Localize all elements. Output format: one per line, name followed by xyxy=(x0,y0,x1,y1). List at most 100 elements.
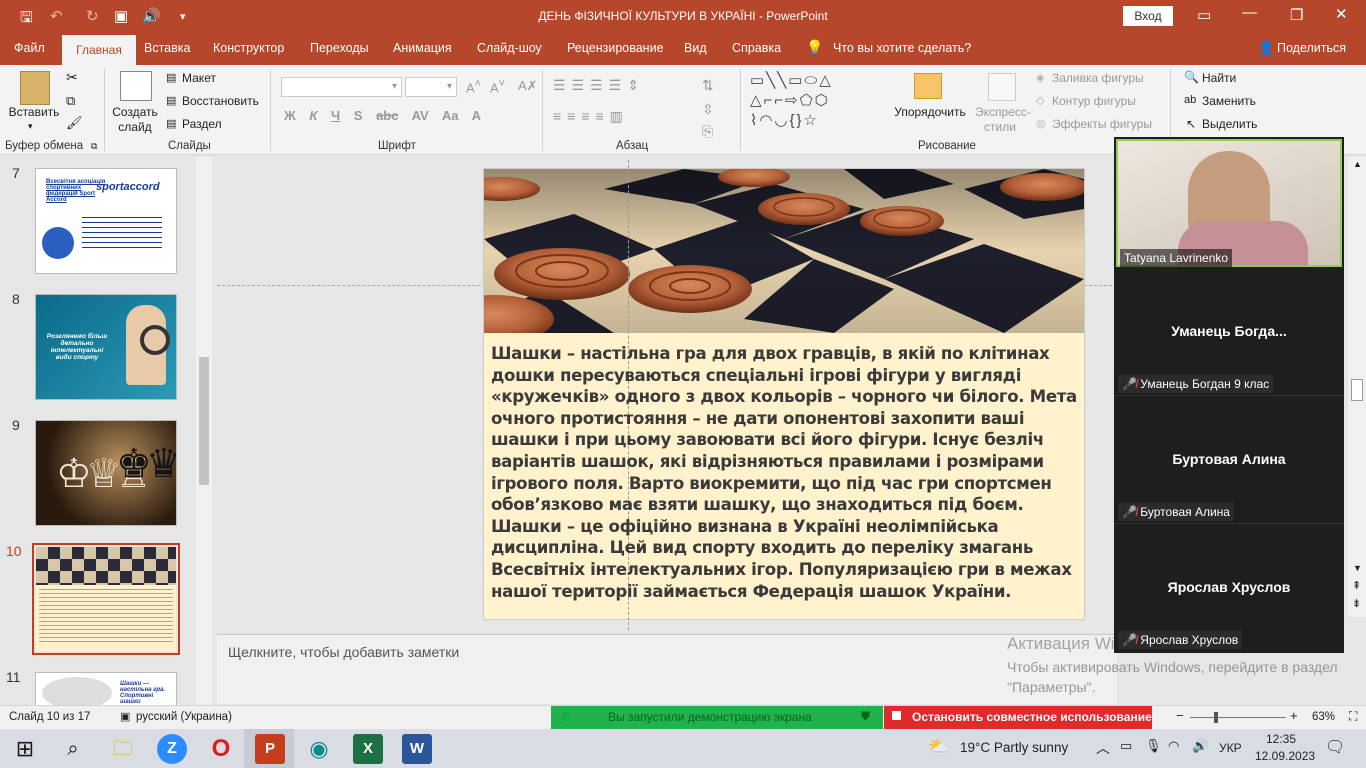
zoom-app-icon[interactable]: Z xyxy=(157,734,187,764)
powerpoint-icon[interactable]: P xyxy=(255,734,285,764)
clock-time[interactable]: 12:35 xyxy=(1266,732,1296,746)
spellcheck-icon[interactable]: ▣ xyxy=(120,710,130,723)
find-button[interactable]: Найти xyxy=(1202,71,1236,85)
keyboard-language[interactable]: УКР xyxy=(1219,741,1242,755)
shadow-button[interactable]: S xyxy=(354,108,363,123)
present-icon[interactable]: ▣ xyxy=(114,7,128,25)
redo-icon[interactable]: ↻ xyxy=(86,7,99,25)
align-buttons[interactable]: ≡≡≡≡▥ xyxy=(553,108,629,125)
quick-styles-icon[interactable] xyxy=(988,73,1016,101)
battery-icon[interactable]: ▭ xyxy=(1120,738,1132,754)
word-icon[interactable]: W xyxy=(402,734,432,764)
format-painter-icon[interactable]: 🖌 xyxy=(66,115,83,131)
thumbnails-scrollbar[interactable] xyxy=(196,157,212,705)
quick-styles-button[interactable]: Экспресс-стили xyxy=(975,105,1031,135)
layout-button[interactable]: Макет xyxy=(182,71,216,85)
tray-chevron-icon[interactable]: ︿ xyxy=(1096,738,1110,758)
font-style-buttons[interactable]: Ж К Ч S abc AV Aa A xyxy=(284,108,481,123)
arrange-icon[interactable] xyxy=(914,73,942,99)
slide-thumb-8[interactable]: Розглянемо більш детально інтелектуальні… xyxy=(35,294,177,400)
save-icon[interactable]: 🖫 xyxy=(20,7,33,32)
underline-button[interactable]: Ч xyxy=(331,108,340,123)
slide-body-text[interactable]: Шашки – настільна гра для двох гравців, … xyxy=(491,343,1083,602)
sharing-banner[interactable]: ✆ Вы запустили демонстрацию экрана ⛊ xyxy=(551,706,883,729)
shape-effects-button[interactable]: Эффекты фигуры xyxy=(1052,117,1152,131)
volume-icon[interactable]: 🔊 xyxy=(1192,738,1208,754)
bold-button[interactable]: Ж xyxy=(284,108,296,123)
case-button[interactable]: Aa xyxy=(442,108,459,123)
notes-placeholder[interactable]: Щелкните, чтобы добавить заметки xyxy=(228,644,459,660)
search-icon[interactable]: ⌕ xyxy=(58,734,88,764)
scroll-down-icon[interactable]: ▼ xyxy=(1353,563,1362,573)
clear-format-icon[interactable]: A✗ xyxy=(518,78,538,94)
font-color-button[interactable]: A xyxy=(472,108,481,123)
prev-slide-icon[interactable]: ⇞ xyxy=(1352,579,1361,592)
tab-slideshow[interactable]: Слайд-шоу xyxy=(477,41,542,55)
clipboard-launcher-icon[interactable]: ⧉ xyxy=(91,141,97,152)
paste-chevron-icon[interactable]: ▾ xyxy=(28,121,33,132)
zoom-level[interactable]: 63% xyxy=(1312,711,1335,723)
windows-start-icon[interactable]: ⊞ xyxy=(10,734,40,764)
speaker-icon[interactable]: 🔊 xyxy=(142,7,161,25)
zoom-slider-thumb[interactable] xyxy=(1214,712,1218,723)
notifications-icon[interactable]: 🗨 xyxy=(1325,737,1345,757)
font-size-select[interactable]: ▾ xyxy=(405,77,457,97)
scroll-up-icon[interactable]: ▲ xyxy=(1353,159,1362,169)
slide-scrollbar[interactable]: ▲ ▼ ⇞ ⇟ xyxy=(1348,157,1366,617)
ribbon-display-icon[interactable]: ▭ xyxy=(1197,6,1211,24)
tab-home[interactable]: Главная xyxy=(62,35,136,65)
strike-button[interactable]: abc xyxy=(376,108,398,123)
microphone-icon[interactable]: 🎙 xyxy=(1145,738,1162,754)
tab-review[interactable]: Рецензирование xyxy=(567,41,664,55)
paste-button[interactable]: Вставить xyxy=(6,105,62,119)
text-direction-icon[interactable]: ⇅ xyxy=(702,77,714,94)
slide-thumb-7[interactable]: Всесвітня асоціація спортивних федерацій… xyxy=(35,168,177,274)
tab-help[interactable]: Справка xyxy=(732,41,781,55)
share-button[interactable]: Поделиться xyxy=(1277,41,1346,55)
opera-icon[interactable]: O xyxy=(206,734,236,764)
zoom-slider[interactable] xyxy=(1190,712,1286,723)
new-slide-icon[interactable] xyxy=(120,71,152,101)
undo-icon[interactable]: ↶ xyxy=(50,7,63,25)
tab-transitions[interactable]: Переходы xyxy=(310,41,369,55)
italic-button[interactable]: К xyxy=(309,108,317,123)
tab-insert[interactable]: Вставка xyxy=(144,41,190,55)
stop-share-button[interactable]: Остановить совместное использование xyxy=(884,706,1152,729)
fit-slide-icon[interactable]: ⛶ xyxy=(1349,709,1357,724)
arrange-button[interactable]: Упорядочить xyxy=(892,105,968,119)
edge-icon[interactable]: ◉ xyxy=(304,734,334,764)
customize-qat-icon[interactable]: ▾ xyxy=(180,10,186,23)
restore-icon[interactable]: ❐ xyxy=(1290,6,1303,24)
slide-thumb-9[interactable]: ♔♕♖ ♚♛ xyxy=(35,420,177,526)
tab-view[interactable]: Вид xyxy=(684,41,707,55)
weather-text[interactable]: 19°C Partly sunny xyxy=(960,740,1068,755)
clock-date[interactable]: 12.09.2023 xyxy=(1255,749,1315,763)
align-text-icon[interactable]: ⇳ xyxy=(702,101,714,118)
grow-font-icon[interactable]: A˄ xyxy=(466,78,481,95)
tab-design[interactable]: Конструктор xyxy=(213,41,284,55)
shape-outline-button[interactable]: Контур фигуры xyxy=(1052,94,1136,108)
section-button[interactable]: Раздел xyxy=(182,117,222,131)
wifi-icon[interactable]: ◠ xyxy=(1168,738,1179,754)
smartart-icon[interactable]: ⎘ xyxy=(702,123,713,140)
video-tile-active[interactable]: Tatyana Lavrinenko xyxy=(1116,139,1342,267)
zoom-in-icon[interactable]: + xyxy=(1290,708,1298,723)
language-indicator[interactable]: русский (Украина) xyxy=(136,711,232,723)
cut-icon[interactable]: ✂ xyxy=(66,69,78,86)
file-explorer-icon[interactable]: 🗀 xyxy=(108,734,138,764)
excel-icon[interactable]: X xyxy=(353,734,383,764)
shrink-font-icon[interactable]: A˅ xyxy=(490,78,505,95)
copy-icon[interactable]: ⧉ xyxy=(66,93,75,109)
clipboard-icon[interactable] xyxy=(20,71,50,105)
zoom-out-icon[interactable]: − xyxy=(1176,708,1184,723)
minimize-icon[interactable]: — xyxy=(1242,4,1257,21)
signin-button[interactable]: Вход xyxy=(1123,6,1173,26)
shapes-gallery[interactable]: ▭╲╲▭⬭△ △⌐⌐⇨⬠⬡ ⌇◠◡{}☆ xyxy=(750,71,890,133)
slide-thumb-10-selected[interactable] xyxy=(32,543,180,655)
font-name-select[interactable]: ▾ xyxy=(281,77,402,97)
tab-animations[interactable]: Анимация xyxy=(393,41,452,55)
new-slide-button[interactable]: Создать слайд xyxy=(110,105,160,135)
notes-pane[interactable]: Щелкните, чтобы добавить заметки xyxy=(217,634,1117,704)
reset-button[interactable]: Восстановить xyxy=(182,94,259,108)
next-slide-icon[interactable]: ⇟ xyxy=(1352,597,1361,610)
